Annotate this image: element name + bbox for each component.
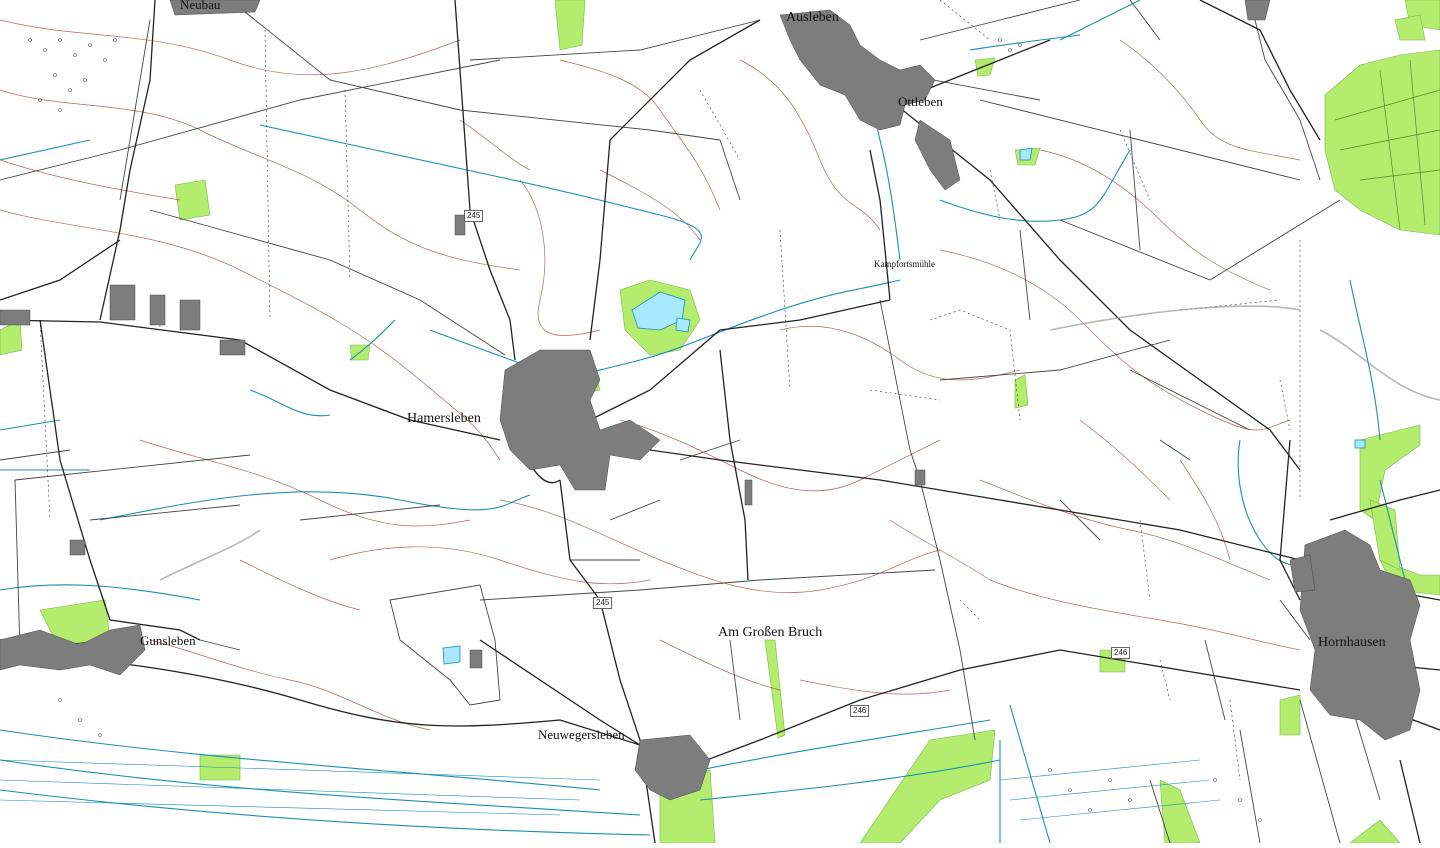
label-am-grossen-bruch: Am Großen Bruch	[718, 625, 823, 640]
label-ottleben: Ottleben	[898, 94, 943, 109]
contour-lines	[0, 19, 1301, 731]
label-gunsleben: Gunsleben	[140, 633, 196, 648]
topographic-map[interactable]: Neubau Ausleben Ottleben Kampfortsmühle …	[0, 0, 1440, 844]
settlement-neuwegersleben	[634, 734, 711, 801]
label-hamersleben: Hamersleben	[407, 411, 481, 426]
settlement-ausleben	[779, 9, 936, 131]
label-ausleben: Ausleben	[786, 10, 839, 25]
watercourses	[0, 0, 1411, 844]
road-number-b246: 246	[1111, 647, 1131, 659]
map-canvas	[0, 0, 1440, 844]
tracks	[0, 0, 1381, 844]
label-kampfortsmuehle: Kampfortsmühle	[874, 259, 935, 269]
wetland-symbols	[0, 759, 1221, 821]
label-neubau: Neubau	[180, 0, 221, 12]
label-neuwegersleben: Neuwegersleben	[538, 727, 625, 742]
label-hornhausen: Hornhausen	[1318, 635, 1386, 650]
road-number-b246: 246	[850, 705, 870, 717]
settlement-hamersleben	[499, 349, 661, 491]
road-number-b245: 245	[464, 210, 484, 222]
road-number-b245: 245	[593, 597, 613, 609]
settlements	[0, 0, 1421, 801]
